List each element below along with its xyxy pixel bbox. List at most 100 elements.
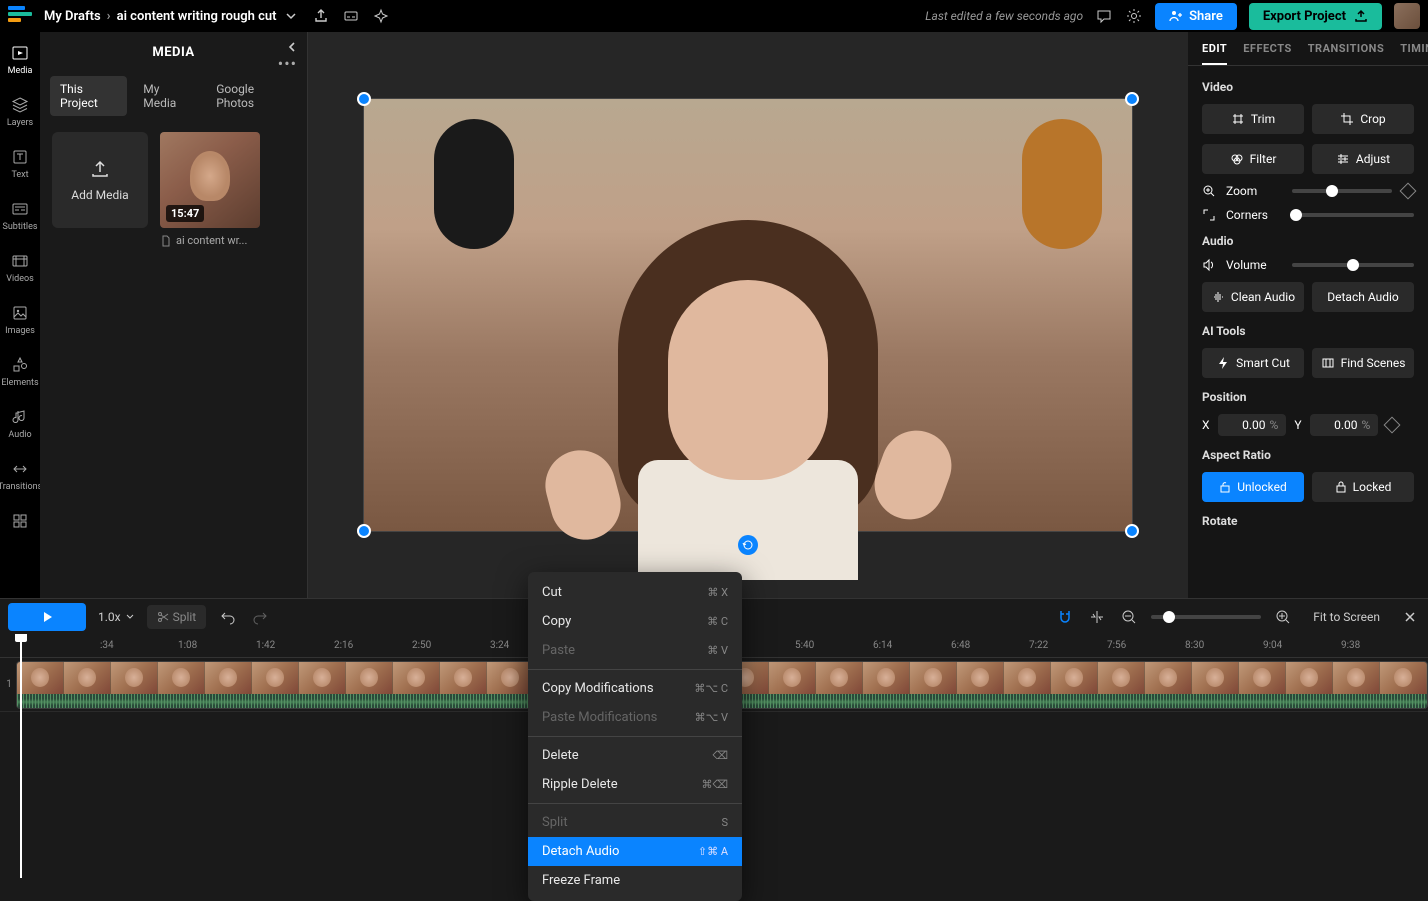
cm-paste: Paste⌘ V	[528, 636, 742, 665]
cm-split: SplitS	[528, 808, 742, 837]
cm-copy[interactable]: Copy⌘ C	[528, 607, 742, 636]
layers-icon	[11, 96, 29, 114]
keyframe-icon[interactable]	[1384, 417, 1401, 434]
rail-audio[interactable]: Audio	[2, 408, 38, 440]
breadcrumb-current[interactable]: ai content writing rough cut	[117, 9, 277, 24]
cm-paste-mods: Paste Modifications⌘⌥ V	[528, 703, 742, 732]
trim-icon	[1231, 112, 1245, 126]
thumbnail-duration: 15:47	[166, 205, 204, 222]
timeline-zoom-slider[interactable]	[1151, 615, 1261, 619]
speed-selector[interactable]: 1.0x	[98, 610, 135, 624]
keyframe-icon[interactable]	[1400, 183, 1417, 200]
tab-timing[interactable]: TIMING	[1400, 42, 1428, 65]
media-tab-my-media[interactable]: My Media	[133, 76, 200, 116]
zoom-out-icon[interactable]	[1119, 607, 1139, 627]
detach-audio-button[interactable]: Detach Audio	[1312, 282, 1414, 312]
magnet-icon[interactable]	[1055, 607, 1075, 627]
rotate-handle[interactable]	[738, 535, 758, 555]
clean-audio-icon	[1211, 290, 1225, 304]
position-y-field[interactable]: %	[1310, 414, 1379, 436]
media-panel: MEDIA ••• This Project My Media Google P…	[40, 32, 308, 598]
gear-icon[interactable]	[1125, 7, 1143, 25]
tab-transitions[interactable]: TRANSITIONS	[1308, 42, 1385, 65]
cm-freeze-frame[interactable]: Freeze Frame	[528, 866, 742, 895]
media-icon	[11, 44, 29, 62]
cm-detach-audio[interactable]: Detach Audio⇧⌘ A	[528, 837, 742, 866]
cm-copy-mods[interactable]: Copy Modifications⌘⌥ C	[528, 674, 742, 703]
chevron-down-icon[interactable]	[282, 7, 300, 25]
canvas[interactable]	[308, 32, 1188, 598]
avatar[interactable]	[1394, 3, 1420, 29]
resize-handle-br[interactable]	[1125, 524, 1139, 538]
adjust-icon	[1336, 152, 1350, 166]
crop-icon	[1340, 112, 1354, 126]
clean-audio-button[interactable]: Clean Audio	[1202, 282, 1304, 312]
collapse-panel-icon[interactable]	[285, 40, 299, 54]
zoom-in-icon[interactable]	[1273, 607, 1293, 627]
media-panel-title: MEDIA	[152, 45, 194, 60]
rotate-section-title: Rotate	[1202, 514, 1414, 528]
breadcrumb: My Drafts › ai content writing rough cut	[44, 7, 300, 25]
rail-videos[interactable]: Videos	[2, 252, 38, 284]
file-icon	[160, 235, 172, 247]
video-preview[interactable]	[363, 98, 1133, 532]
rail-media[interactable]: Media	[2, 44, 38, 76]
rail-transitions[interactable]: Transitions	[2, 460, 38, 492]
trim-button[interactable]: Trim	[1202, 104, 1304, 134]
fit-to-screen-button[interactable]: Fit to Screen	[1305, 606, 1388, 628]
redo-icon[interactable]	[250, 607, 270, 627]
video-section-title: Video	[1202, 80, 1414, 94]
tab-effects[interactable]: EFFECTS	[1243, 42, 1292, 65]
cm-ripple-delete[interactable]: Ripple Delete⌘⌫	[528, 770, 742, 799]
share-icon[interactable]	[312, 7, 330, 25]
resize-handle-tr[interactable]	[1125, 92, 1139, 106]
chevron-down-icon	[125, 612, 135, 622]
media-tab-google-photos[interactable]: Google Photos	[206, 76, 297, 116]
rail-images[interactable]: Images	[2, 304, 38, 336]
split-button[interactable]: Split	[147, 605, 207, 629]
rail-layers[interactable]: Layers	[2, 96, 38, 128]
add-media-button[interactable]: Add Media	[52, 132, 148, 228]
play-button[interactable]	[8, 603, 86, 631]
resize-handle-tl[interactable]	[357, 92, 371, 106]
unlock-icon	[1219, 481, 1231, 493]
chevron-right-icon: ›	[107, 9, 111, 24]
crop-button[interactable]: Crop	[1312, 104, 1414, 134]
snap-icon[interactable]	[1087, 607, 1107, 627]
more-icon[interactable]: •••	[278, 54, 297, 73]
undo-icon[interactable]	[218, 607, 238, 627]
rail-text[interactable]: Text	[2, 148, 38, 180]
share-button[interactable]: Share	[1155, 3, 1237, 30]
play-icon	[40, 610, 54, 624]
breadcrumb-parent[interactable]: My Drafts	[44, 9, 101, 24]
aspect-section-title: Aspect Ratio	[1202, 448, 1414, 462]
audio-icon	[11, 408, 29, 426]
rail-elements[interactable]: Elements	[2, 356, 38, 388]
smart-cut-button[interactable]: Smart Cut	[1202, 348, 1304, 378]
aspect-unlocked-button[interactable]: Unlocked	[1202, 472, 1304, 502]
volume-slider[interactable]	[1292, 263, 1414, 267]
corners-icon	[1202, 208, 1216, 222]
close-icon[interactable]	[1400, 607, 1420, 627]
adjust-button[interactable]: Adjust	[1312, 144, 1414, 174]
corners-slider[interactable]	[1292, 213, 1414, 217]
zoom-slider[interactable]	[1292, 189, 1392, 193]
subtitle-icon[interactable]	[342, 7, 360, 25]
sparkle-icon[interactable]	[372, 7, 390, 25]
playhead[interactable]	[20, 634, 22, 878]
media-tab-this-project[interactable]: This Project	[50, 76, 127, 116]
resize-handle-bl[interactable]	[357, 524, 371, 538]
rail-more[interactable]	[2, 512, 38, 530]
export-button[interactable]: Export Project	[1249, 3, 1382, 30]
comment-icon[interactable]	[1095, 7, 1113, 25]
position-x-field[interactable]: %	[1218, 414, 1287, 436]
thumbnail-label: ai content wr...	[160, 234, 260, 247]
find-scenes-button[interactable]: Find Scenes	[1312, 348, 1414, 378]
filter-button[interactable]: Filter	[1202, 144, 1304, 174]
aspect-locked-button[interactable]: Locked	[1312, 472, 1414, 502]
tab-edit[interactable]: EDIT	[1202, 42, 1227, 65]
cm-cut[interactable]: Cut⌘ X	[528, 578, 742, 607]
media-thumbnail[interactable]: 15:47	[160, 132, 260, 228]
cm-delete[interactable]: Delete⌫	[528, 741, 742, 770]
rail-subtitles[interactable]: Subtitles	[2, 200, 38, 232]
